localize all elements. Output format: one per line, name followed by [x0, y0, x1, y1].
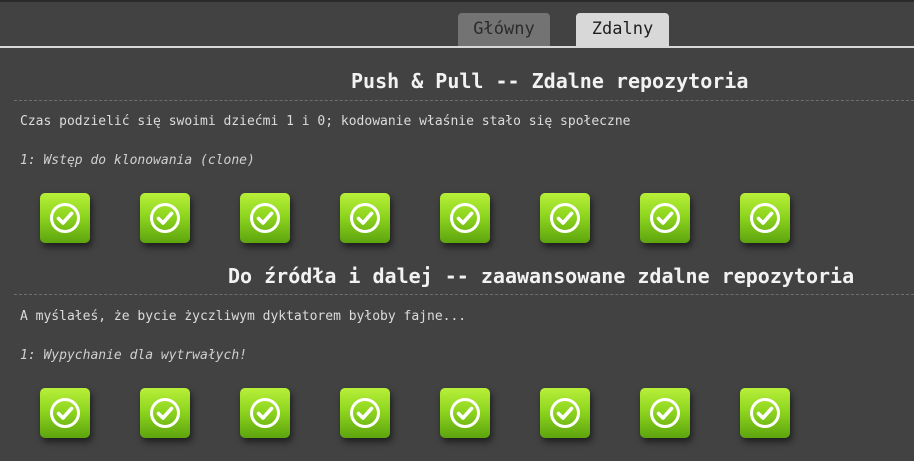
- section-subtitle: 1: Wstęp do klonowania (clone): [20, 153, 255, 168]
- level-button-1[interactable]: [40, 388, 90, 438]
- tab-zdalny[interactable]: Zdalny: [576, 13, 669, 46]
- check-circle-icon: [750, 203, 780, 233]
- level-button-2[interactable]: [140, 388, 190, 438]
- level-button-3[interactable]: [240, 388, 290, 438]
- check-circle-icon: [450, 203, 480, 233]
- check-circle-icon: [650, 398, 680, 428]
- check-circle-icon: [550, 203, 580, 233]
- level-button-8[interactable]: [740, 193, 790, 243]
- check-circle-icon: [250, 203, 280, 233]
- section-divider: [14, 294, 914, 295]
- level-button-1[interactable]: [40, 193, 90, 243]
- section-description: A myślałeś, że bycie życzliwym dyktatore…: [20, 309, 467, 324]
- check-circle-icon: [50, 203, 80, 233]
- check-circle-icon: [150, 398, 180, 428]
- level-button-2[interactable]: [140, 193, 190, 243]
- check-circle-icon: [350, 398, 380, 428]
- level-button-8[interactable]: [740, 388, 790, 438]
- check-circle-icon: [350, 203, 380, 233]
- level-button-6[interactable]: [540, 193, 590, 243]
- level-button-6[interactable]: [540, 388, 590, 438]
- section-divider: [14, 100, 914, 101]
- section-title: Do źródła i dalej -- zaawansowane zdalne…: [228, 264, 855, 288]
- check-circle-icon: [750, 398, 780, 428]
- level-button-5[interactable]: [440, 193, 490, 243]
- tab-bar: Główny Zdalny: [0, 0, 914, 48]
- level-button-7[interactable]: [640, 388, 690, 438]
- check-circle-icon: [50, 398, 80, 428]
- level-button-4[interactable]: [340, 193, 390, 243]
- tab-glowny[interactable]: Główny: [458, 13, 550, 46]
- check-circle-icon: [650, 203, 680, 233]
- level-grid: [0, 388, 914, 444]
- tab-bar-underline: [0, 46, 914, 48]
- level-button-4[interactable]: [340, 388, 390, 438]
- level-button-3[interactable]: [240, 193, 290, 243]
- check-circle-icon: [450, 398, 480, 428]
- section-subtitle: 1: Wypychanie dla wytrwałych!: [20, 348, 247, 363]
- section-description: Czas podzielić się swoimi dziećmi 1 i 0;…: [20, 114, 631, 129]
- check-circle-icon: [550, 398, 580, 428]
- section-title: Push & Pull -- Zdalne repozytoria: [351, 69, 749, 93]
- check-circle-icon: [150, 203, 180, 233]
- level-button-7[interactable]: [640, 193, 690, 243]
- check-circle-icon: [250, 398, 280, 428]
- level-grid: [0, 193, 914, 249]
- level-button-5[interactable]: [440, 388, 490, 438]
